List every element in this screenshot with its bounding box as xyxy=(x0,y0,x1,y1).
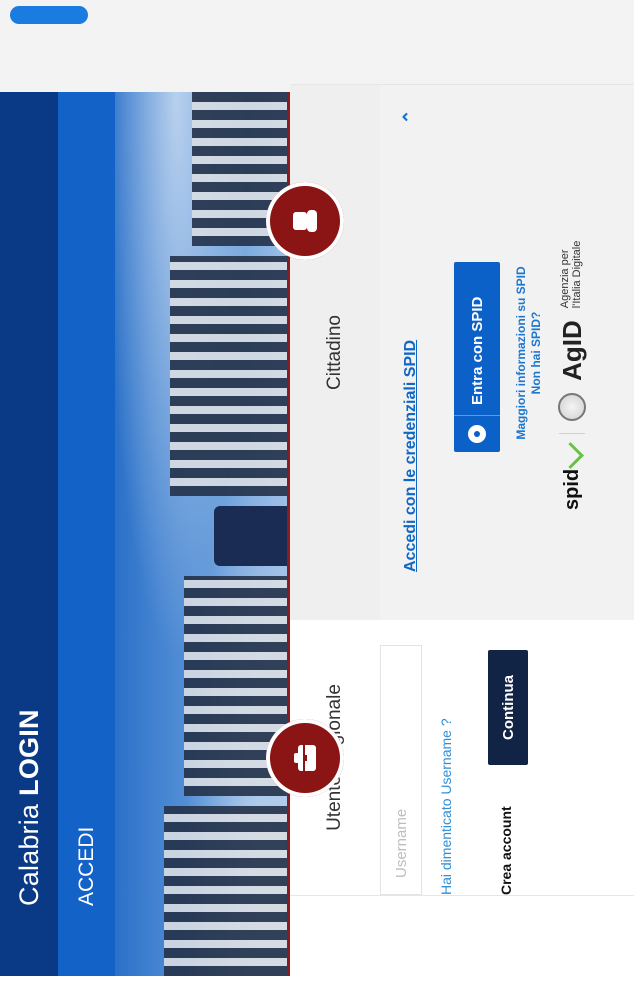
user-icon xyxy=(266,182,344,260)
agid-description: Agenzia per l'Italia Digitale xyxy=(559,240,583,309)
spid-credentials-link[interactable]: Accedi con le credenziali SPID xyxy=(402,340,420,572)
spid-logo-text: spid xyxy=(560,468,583,510)
agid-desc-line-2: l'Italia Digitale xyxy=(571,240,583,309)
spid-button-label: Entra con SPID xyxy=(468,296,486,405)
page-title: ACCEDI xyxy=(74,826,98,906)
spid-logo: spid xyxy=(556,441,584,510)
rotated-stage: Calabria LOGIN ACCEDI Username Hai dimen… xyxy=(0,0,634,988)
left-margin xyxy=(0,976,634,988)
spid-login-area: Accedi con le credenziali SPID ⌃ Entra c… xyxy=(380,85,634,620)
spid-login-button[interactable]: Entra con SPID xyxy=(454,262,500,452)
username-placeholder: Username xyxy=(392,808,410,878)
spid-user-icon xyxy=(454,415,500,452)
app-frame: Calabria LOGIN ACCEDI Username Hai dimen… xyxy=(0,0,634,988)
chevron-up-icon[interactable]: ⌃ xyxy=(400,107,420,127)
user-regional-column: Utente Regionale Username Hai dimenticat… xyxy=(266,620,634,895)
partner-logos: spid AgID Agenzia per l'Italia Digitale xyxy=(552,180,592,510)
spid-user-dot xyxy=(474,431,480,437)
app-brand: Calabria LOGIN xyxy=(14,709,45,906)
top-app-bar: Calabria LOGIN xyxy=(0,0,58,976)
spid-user-circle xyxy=(468,425,486,443)
agid-logo: AgID xyxy=(556,320,587,381)
citizen-title: Cittadino xyxy=(324,315,345,390)
sub-header: ACCEDI xyxy=(58,0,115,976)
create-account-link[interactable]: Crea account xyxy=(498,806,514,895)
continue-button[interactable]: Continua xyxy=(488,650,528,765)
hero-image xyxy=(115,0,290,976)
seal-icon xyxy=(558,392,586,421)
spid-more-info-link[interactable]: Maggiori informazioni su SPID xyxy=(514,248,529,458)
briefcase-icon xyxy=(266,719,344,797)
brand-bold: LOGIN xyxy=(13,709,44,796)
building-block xyxy=(164,806,290,976)
login-card: Utente Regionale Username Hai dimenticat… xyxy=(266,84,634,896)
citizen-header: Cittadino xyxy=(290,85,380,620)
check-icon xyxy=(556,441,584,469)
regional-login-form: Username Hai dimenticato Username ? Crea… xyxy=(380,620,634,895)
username-field[interactable]: Username xyxy=(380,645,422,895)
spid-info-links: Maggiori informazioni su SPID Non hai SP… xyxy=(514,248,544,458)
building-block xyxy=(169,256,290,496)
logo-separator xyxy=(559,432,585,434)
citizen-column: Cittadino Accedi con le credenziali SPID… xyxy=(266,85,634,620)
central-tower xyxy=(213,506,290,566)
building-silhouette xyxy=(154,0,290,976)
no-spid-link[interactable]: Non hai SPID? xyxy=(529,248,544,458)
forgot-username-link[interactable]: Hai dimenticato Username ? xyxy=(438,718,454,895)
right-edge xyxy=(0,0,634,92)
decorative-stroke xyxy=(10,6,88,24)
brand-regular: Calabria xyxy=(13,803,44,906)
